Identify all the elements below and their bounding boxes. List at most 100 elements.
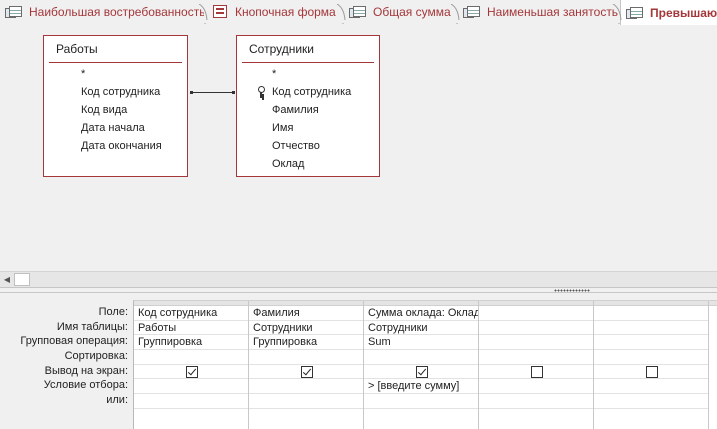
cell-total[interactable] <box>479 335 593 351</box>
cell-table[interactable] <box>479 321 593 336</box>
field-item[interactable]: Оклад <box>237 155 379 173</box>
row-label-field: Поле: <box>98 306 128 318</box>
cell-show[interactable] <box>594 365 708 380</box>
grid-column[interactable] <box>709 301 717 429</box>
row-label-total: Групповая операция: <box>20 335 128 348</box>
query-icon <box>463 5 481 19</box>
cell-field[interactable]: Фамилия <box>249 306 363 321</box>
show-checkbox[interactable] <box>531 365 543 378</box>
grid-column[interactable] <box>594 301 709 429</box>
scroll-left-arrow-icon[interactable]: ◀ <box>0 272 14 287</box>
tab-switchboard-form[interactable]: Кнопочная форма <box>206 0 342 24</box>
tab-most-demanded[interactable]: Наибольшая востребованность <box>0 0 204 24</box>
cell-show[interactable] <box>479 365 593 380</box>
row-label-or: или: <box>106 394 128 407</box>
field-all[interactable]: * <box>44 65 187 83</box>
row-label-show: Вывод на экран: <box>44 364 128 377</box>
cell-or[interactable] <box>594 394 708 409</box>
tab-exceeding-active[interactable]: Превышающ <box>620 0 717 25</box>
cell-total[interactable]: Sum <box>364 335 478 351</box>
design-horizontal-scrollbar[interactable]: ◀ <box>0 271 717 287</box>
tab-total-sum[interactable]: Общая сумма <box>344 0 456 24</box>
grid-column[interactable]: Код сотрудника Работы Группировка <box>134 301 249 429</box>
table-title[interactable]: Работы <box>44 36 187 62</box>
cell-field[interactable]: Сумма оклада: Оклад <box>364 306 478 321</box>
cell-show[interactable] <box>249 365 363 380</box>
field-item[interactable]: Код сотрудника <box>44 83 187 101</box>
field-label: Код сотрудника <box>272 86 352 98</box>
field-item-primary-key[interactable]: Код сотрудника <box>237 83 379 101</box>
relationship-endpoint <box>232 91 235 94</box>
cell-or[interactable] <box>479 394 593 409</box>
table-title[interactable]: Сотрудники <box>237 36 379 62</box>
field-item[interactable]: Фамилия <box>237 101 379 119</box>
row-label-sort: Сортировка: <box>64 350 128 363</box>
cell-criteria[interactable] <box>134 379 248 395</box>
query-icon <box>5 5 23 19</box>
field-item[interactable]: Отчество <box>237 137 379 155</box>
field-item[interactable]: Дата окончания <box>44 137 187 155</box>
cell-sort[interactable] <box>364 350 478 365</box>
row-label-table: Имя таблицы: <box>56 320 128 333</box>
cell-sort[interactable] <box>134 350 248 365</box>
tab-separator <box>612 4 622 20</box>
cell-sort[interactable] <box>594 350 708 365</box>
cell-sort[interactable] <box>249 350 363 365</box>
show-checkbox[interactable] <box>416 365 428 378</box>
field-item[interactable]: Дата начала <box>44 119 187 137</box>
tab-label: Превышающ <box>650 5 717 20</box>
form-icon <box>211 5 229 19</box>
tab-separator <box>336 4 346 20</box>
cell-show[interactable] <box>134 365 248 380</box>
table-box-works[interactable]: Работы * Код сотрудника Код вида Дата на… <box>43 35 188 177</box>
relationship-line <box>191 92 234 93</box>
cell-table[interactable]: Работы <box>134 321 248 336</box>
cell-total[interactable] <box>594 335 708 351</box>
query-design-grid: Поле: Имя таблицы: Групповая операция: С… <box>0 293 717 429</box>
row-label-criteria: Условие отбора: <box>43 379 128 392</box>
cell-or[interactable] <box>249 394 363 409</box>
grid-column[interactable]: Фамилия Сотрудники Группировка <box>249 301 364 429</box>
grid-column[interactable]: Сумма оклада: Оклад Сотрудники Sum > [вв… <box>364 301 479 429</box>
checkmark-icon <box>302 366 312 376</box>
scrollbar-thumb[interactable] <box>14 273 30 286</box>
show-checkbox[interactable] <box>301 365 313 378</box>
tab-label: Общая сумма <box>373 5 451 19</box>
field-all[interactable]: * <box>237 65 379 83</box>
cell-criteria[interactable] <box>249 379 363 395</box>
tab-least-busy[interactable]: Наименьшая занятость <box>458 0 618 24</box>
checkmark-icon <box>187 366 197 376</box>
cell-or[interactable] <box>134 394 248 409</box>
cell-criteria[interactable]: > [введите сумму] <box>364 379 478 395</box>
show-checkbox[interactable] <box>186 365 198 378</box>
tab-label: Наименьшая занятость <box>487 5 618 19</box>
grid-row-labels: Поле: Имя таблицы: Групповая операция: С… <box>0 305 130 408</box>
cell-table[interactable]: Сотрудники <box>249 321 363 336</box>
splitter-grip-icon[interactable] <box>554 289 590 292</box>
field-item[interactable]: Имя <box>237 119 379 137</box>
tab-label: Кнопочная форма <box>235 5 336 19</box>
tab-separator <box>450 4 460 20</box>
column-selector[interactable] <box>709 301 717 306</box>
cell-field[interactable]: Код сотрудника <box>134 306 248 321</box>
cell-table[interactable] <box>594 321 708 336</box>
grid-columns: Код сотрудника Работы Группировка Фамили… <box>133 300 717 429</box>
field-item[interactable]: Код вида <box>44 101 187 119</box>
tab-label: Наибольшая востребованность <box>29 5 204 19</box>
cell-total[interactable]: Группировка <box>249 335 363 351</box>
cell-show[interactable] <box>364 365 478 380</box>
table-box-employees[interactable]: Сотрудники * Код сотрудника Фамилия Имя … <box>236 35 380 177</box>
show-checkbox[interactable] <box>646 365 658 378</box>
cell-field[interactable] <box>479 306 593 321</box>
cell-criteria[interactable] <box>479 379 593 395</box>
cell-or[interactable] <box>364 394 478 409</box>
primary-key-icon <box>257 86 265 98</box>
relationship-endpoint <box>190 91 193 94</box>
grid-column[interactable] <box>479 301 594 429</box>
cell-sort[interactable] <box>479 350 593 365</box>
cell-field[interactable] <box>594 306 708 321</box>
cell-total[interactable]: Группировка <box>134 335 248 351</box>
cell-criteria[interactable] <box>594 379 708 395</box>
cell-table[interactable]: Сотрудники <box>364 321 478 336</box>
query-design-area[interactable]: Работы * Код сотрудника Код вида Дата на… <box>0 25 717 271</box>
